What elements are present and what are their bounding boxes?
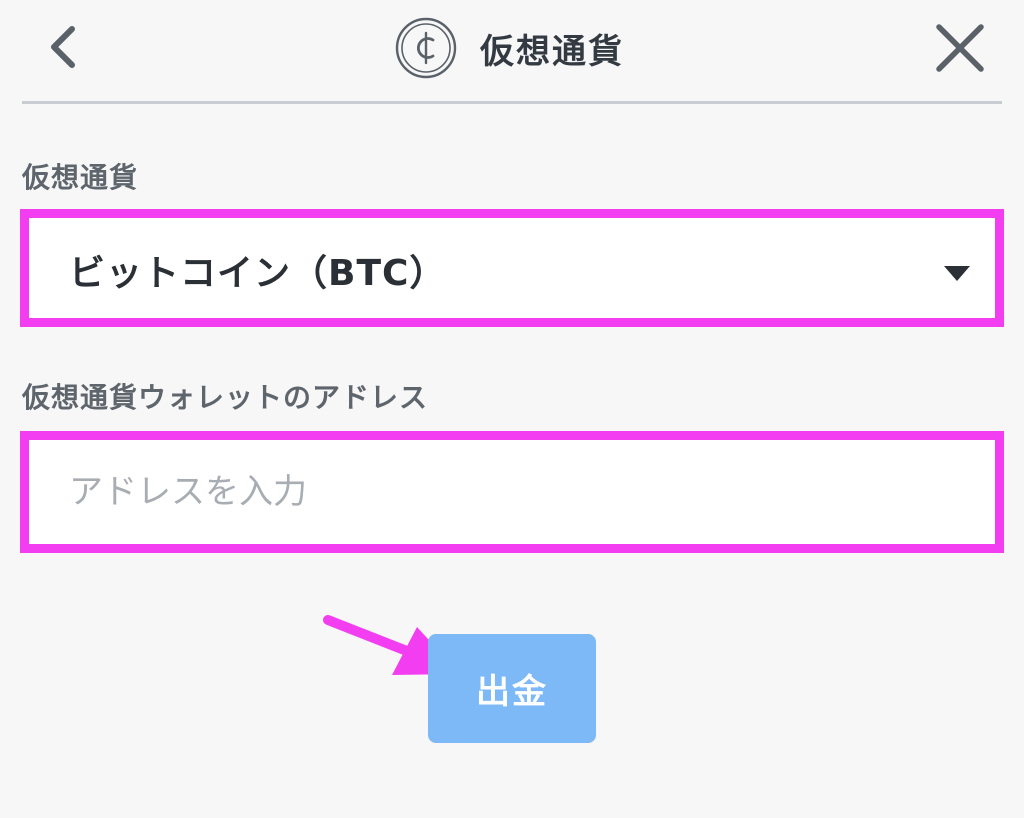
currency-select[interactable]: ビットコイン（BTC） <box>20 209 1004 327</box>
close-button[interactable] <box>930 20 990 76</box>
caret-down-icon <box>944 266 970 281</box>
chevron-left-icon <box>51 26 75 68</box>
address-label: 仮想通貨ウォレットのアドレス <box>22 381 429 414</box>
withdraw-button[interactable]: 出金 <box>428 634 596 743</box>
currency-label: 仮想通貨 <box>22 161 139 194</box>
back-button[interactable] <box>38 22 88 72</box>
close-icon <box>936 24 984 72</box>
address-field-container <box>20 431 1004 553</box>
currency-selected-value: ビットコイン（BTC） <box>69 253 447 294</box>
address-input[interactable] <box>37 446 977 538</box>
page-title: 仮想通貨 <box>480 31 624 72</box>
cent-coin-icon <box>394 16 458 80</box>
app-header: 仮想通貨 <box>0 0 1024 104</box>
header-divider <box>22 101 1002 104</box>
header-title-group: 仮想通貨 <box>394 16 624 80</box>
